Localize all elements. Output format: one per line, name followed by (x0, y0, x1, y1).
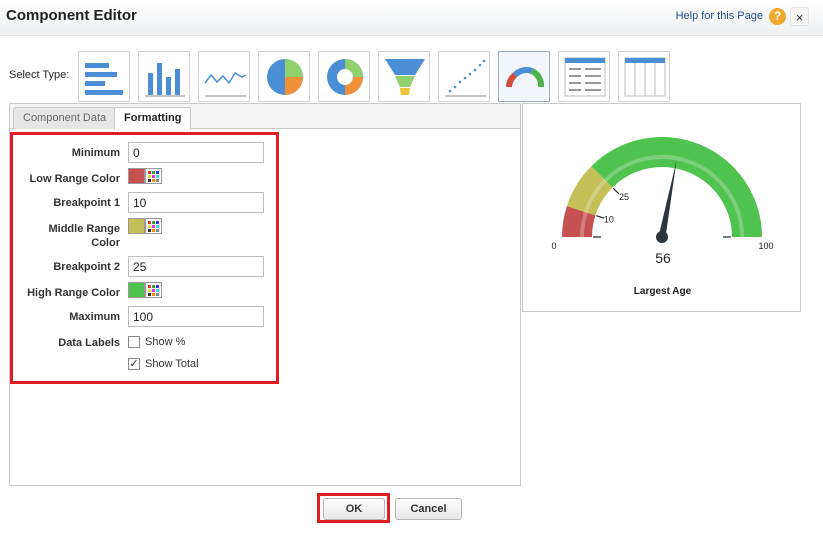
gauge-needle-hub (656, 231, 668, 243)
low-range-color-picker[interactable] (145, 168, 162, 184)
ok-button[interactable]: OK (323, 498, 385, 520)
show-total-checkbox[interactable]: ✓ (128, 358, 140, 370)
high-range-color-label: High Range Color (27, 287, 120, 299)
line-chart-icon (204, 71, 247, 97)
show-percent-checkbox[interactable] (128, 336, 140, 348)
tab-formatting[interactable]: Formatting (114, 107, 192, 130)
horizontal-bar-chart-icon (85, 63, 123, 95)
color-palette-icon (148, 221, 159, 232)
high-range-color-swatch[interactable] (128, 282, 145, 298)
scatter-chart-button[interactable] (438, 51, 490, 102)
gauge-chart-icon (506, 67, 545, 88)
help-link[interactable]: Help for this Page (676, 10, 763, 22)
low-range-color-swatch[interactable] (128, 168, 145, 184)
minimum-input[interactable] (128, 142, 264, 163)
table-button[interactable] (558, 51, 610, 102)
line-chart-button[interactable] (198, 51, 250, 102)
color-palette-icon (148, 171, 159, 182)
data-labels-label: Data Labels (58, 337, 120, 349)
gauge-tick-1 (596, 215, 605, 219)
select-type-label: Select Type: (9, 69, 70, 81)
maximum-label: Maximum (69, 311, 120, 323)
pie-chart-button[interactable] (258, 51, 310, 102)
gauge-chart-button[interactable] (498, 51, 550, 102)
middle-range-color-label-line2: Color (91, 237, 120, 249)
show-total-label: Show Total (145, 358, 199, 370)
middle-range-color-label: Middle Range Color (10, 222, 120, 250)
high-range-color-picker[interactable] (145, 282, 162, 298)
maximum-input[interactable] (128, 306, 264, 327)
gauge-chart: 0 100 10 25 (551, 137, 774, 251)
table-icon (564, 57, 606, 97)
gauge-min-label: 0 (551, 241, 556, 251)
gauge-breakpoint-1-label: 10 (604, 214, 614, 224)
color-palette-icon (148, 285, 159, 296)
help-icon[interactable]: ? (769, 8, 786, 25)
funnel-chart-icon (385, 59, 425, 95)
donut-chart-button[interactable] (318, 51, 370, 102)
gauge-high-band (591, 137, 762, 237)
middle-range-color-picker[interactable] (145, 218, 162, 234)
cancel-button[interactable]: Cancel (395, 498, 462, 520)
breakpoint-2-input[interactable] (128, 256, 264, 277)
show-percent-label: Show % (145, 336, 186, 348)
vertical-bar-chart-icon (145, 63, 185, 97)
breakpoint-1-label: Breakpoint 1 (53, 197, 120, 209)
funnel-chart-button[interactable] (378, 51, 430, 102)
gauge-value: 56 (655, 250, 671, 266)
close-button[interactable]: × (790, 7, 809, 26)
breakpoint-2-label: Breakpoint 2 (53, 261, 120, 273)
pie-chart-icon (267, 59, 303, 95)
dialog-title: Component Editor (6, 7, 137, 24)
chart-preview: 0 100 10 25 56 Largest Age (522, 103, 801, 312)
scatter-chart-icon (445, 59, 486, 97)
gauge-max-label: 100 (758, 241, 773, 251)
title-bar: Component Editor Help for this Page ? × (0, 0, 823, 36)
middle-range-color-swatch[interactable] (128, 218, 145, 234)
gauge-needle (658, 160, 677, 238)
gauge-title: Largest Age (633, 286, 692, 297)
tab-strip: Component Data Formatting (10, 104, 520, 130)
metric-table-button[interactable] (618, 51, 670, 102)
minimum-label: Minimum (71, 147, 120, 159)
middle-range-color-label-line1: Middle Range (48, 223, 120, 235)
low-range-color-label: Low Range Color (29, 173, 120, 185)
tab-component-data[interactable]: Component Data (13, 107, 117, 129)
breakpoint-1-input[interactable] (128, 192, 264, 213)
metric-table-icon (624, 57, 666, 97)
gauge-breakpoint-2-label: 25 (619, 192, 629, 202)
vertical-bar-chart-button[interactable] (138, 51, 190, 102)
donut-chart-icon (327, 59, 363, 95)
horizontal-bar-chart-button[interactable] (78, 51, 130, 102)
